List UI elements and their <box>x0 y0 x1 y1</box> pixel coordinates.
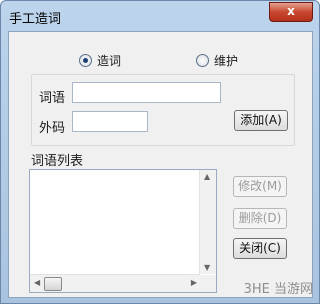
scroll-right-icon[interactable]: ▶ <box>191 278 197 287</box>
horizontal-scrollbar[interactable]: ◀ ▶ <box>30 274 200 292</box>
radio-create-word[interactable]: 造词 <box>79 52 121 68</box>
code-input[interactable] <box>72 111 148 132</box>
word-input[interactable] <box>72 82 221 103</box>
modify-button[interactable]: 修改(M) <box>233 176 287 197</box>
word-label: 词语 <box>39 91 66 106</box>
close-button[interactable]: 关闭(C) <box>233 238 287 259</box>
vertical-scrollbar[interactable]: ▲ ▼ <box>199 170 216 274</box>
radio-create-word-label: 造词 <box>97 53 122 68</box>
scroll-up-icon[interactable]: ▲ <box>204 172 210 181</box>
dialog-content: 造词 维护 词语 外码 添加(A) 词语列表 ▲ ▼ ◀ ▶ 修改(M) 删除(… <box>8 31 313 298</box>
word-creation-dialog: 手工造词 x 造词 维护 词语 外码 添加(A) 词语列表 ▲ ▼ ◀ ▶ 修改… <box>0 0 320 304</box>
horizontal-scroll-thumb[interactable] <box>44 277 62 291</box>
watermark-logo: 3HE 当游网 <box>243 282 313 297</box>
scroll-left-icon[interactable]: ◀ <box>34 278 40 287</box>
radio-unchecked-icon[interactable] <box>196 53 209 67</box>
delete-button[interactable]: 删除(D) <box>233 208 287 229</box>
radio-maintain[interactable]: 维护 <box>196 52 238 68</box>
word-list-label: 词语列表 <box>31 154 84 169</box>
scrollbar-corner <box>200 275 216 292</box>
radio-maintain-label: 维护 <box>214 53 239 68</box>
add-button[interactable]: 添加(A) <box>234 110 288 131</box>
title-bar[interactable]: 手工造词 x <box>1 1 319 31</box>
window-title: 手工造词 <box>9 12 62 27</box>
scroll-down-icon[interactable]: ▼ <box>204 263 210 272</box>
radio-checked-icon[interactable] <box>79 53 92 67</box>
code-label: 外码 <box>39 121 66 136</box>
word-list[interactable]: ▲ ▼ ◀ ▶ <box>29 169 217 293</box>
close-icon: x <box>287 4 295 18</box>
close-window-button[interactable]: x <box>269 2 313 22</box>
